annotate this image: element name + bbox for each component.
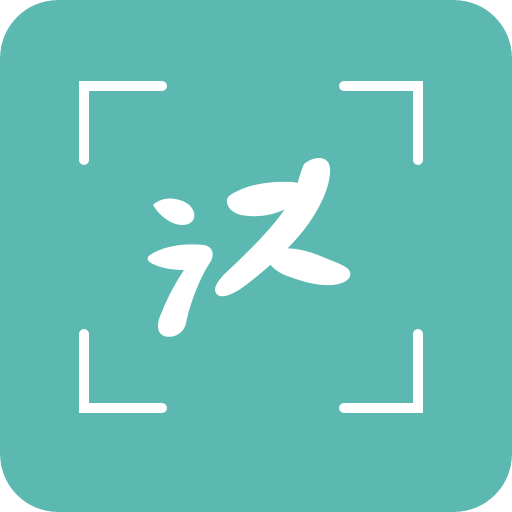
app-icon-graphic <box>0 0 512 512</box>
app-icon <box>0 0 512 512</box>
